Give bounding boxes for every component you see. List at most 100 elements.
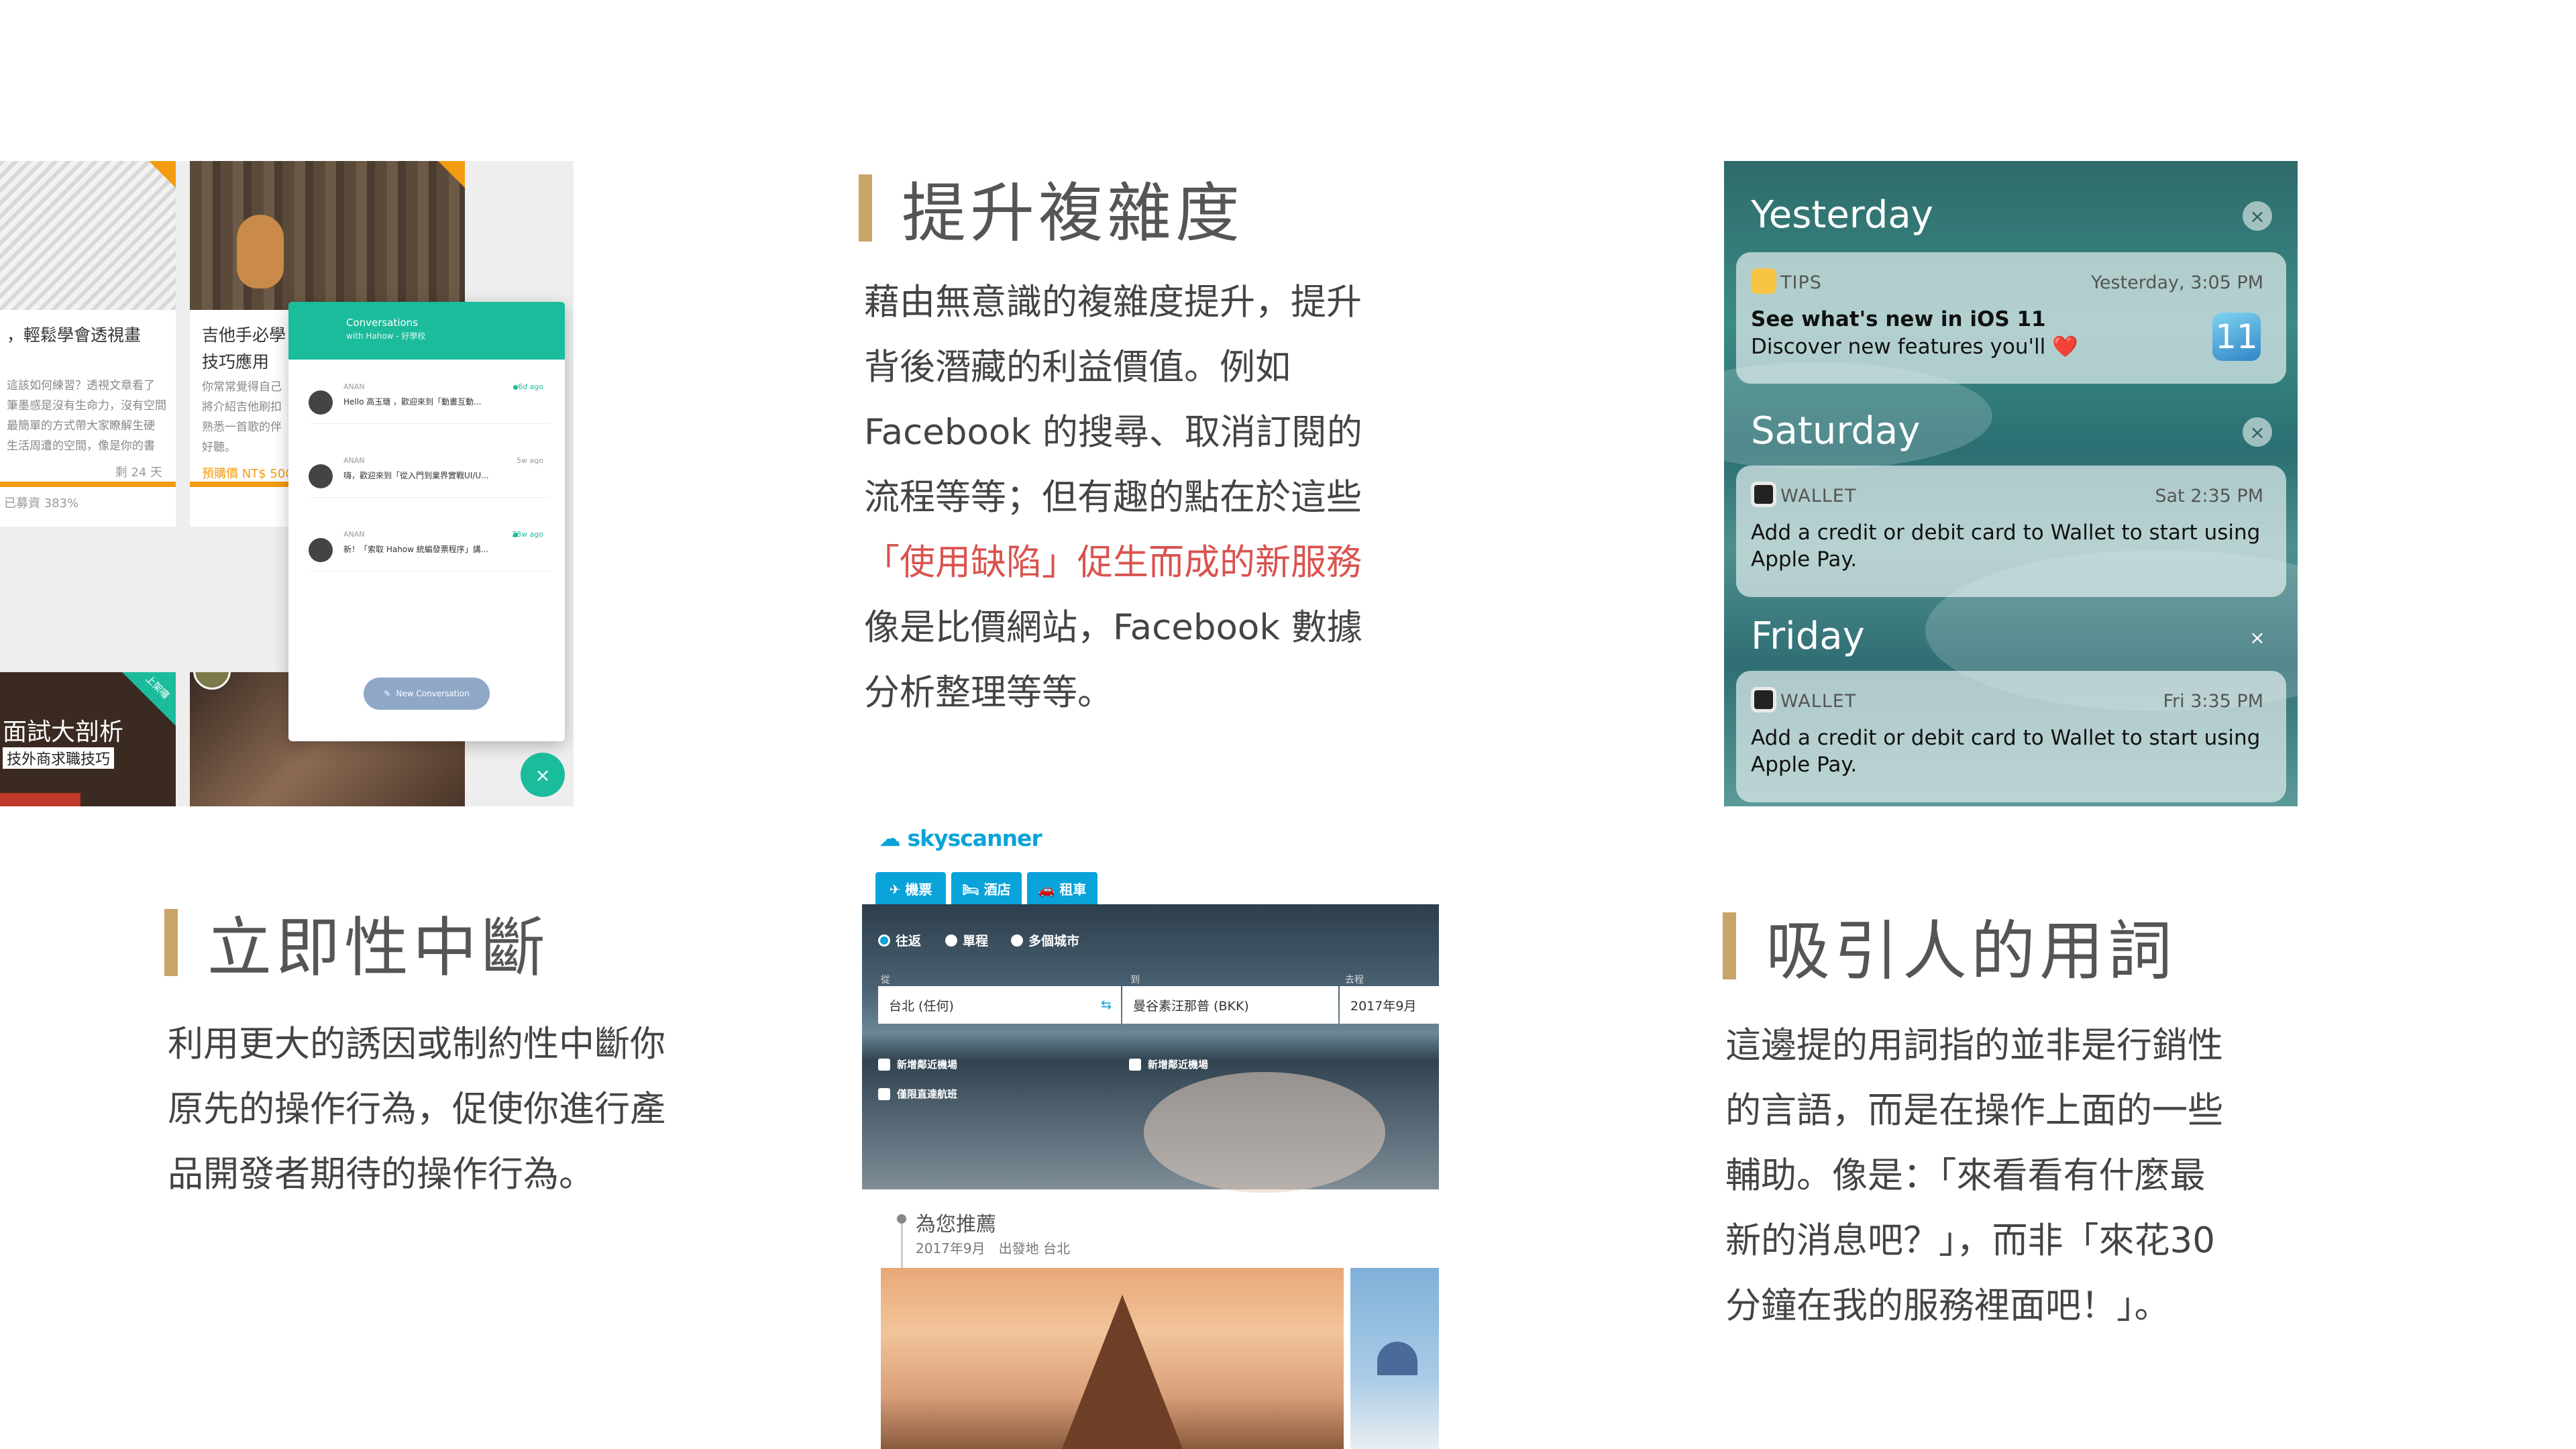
depart-input[interactable]: 2017年9月 (1340, 986, 1439, 1024)
sender-name: ANAN (343, 530, 365, 539)
notification-line-2: Apple Pay. (1751, 547, 1858, 572)
section-complexity-body: 藉由無意識的複雜度提升，提升 背後潛藏的利益價值。例如 Facebook 的搜尋… (864, 270, 1362, 725)
body-line: 輔助。像是：「來看看有什麼最 (1725, 1155, 2206, 1196)
sender-name: ANAN (343, 382, 365, 391)
recommend-subtitle: 2017年9月 出發地 台北 (916, 1240, 1070, 1256)
conversation-item[interactable]: ANAN 28w ago 新！「索取 Hahow 統編發票程序」講... (309, 518, 550, 572)
notification-line-1: Add a credit or debit card to Wallet to … (1751, 726, 2261, 750)
notification-line-2: Apple Pay. (1751, 753, 1858, 777)
avatar (309, 538, 333, 562)
app-name: WALLET (1780, 691, 1857, 712)
tab-cars[interactable]: 🚗 租車 (1027, 872, 1097, 904)
new-conversation-button[interactable]: ✎ New Conversation (364, 678, 490, 710)
app-name: TIPS (1780, 272, 1822, 293)
close-chat-button[interactable]: × (521, 753, 565, 797)
to-label: 到 (1130, 975, 1140, 985)
course-card-interview[interactable]: 上架囉 面試大剖析 技外商求職技巧 (0, 672, 176, 806)
message-preview: Hello 高玉瑭 ，歡迎來到「動畫互動... (343, 397, 482, 407)
logo-text: skyscanner (907, 825, 1042, 851)
trip-type-label: 單程 (963, 934, 989, 949)
from-input[interactable]: 台北 (任何) ⇆ (878, 986, 1121, 1024)
trip-type-roundtrip[interactable]: 往返 (878, 931, 921, 949)
corner-badge (438, 161, 465, 188)
trip-type-multicity[interactable]: 多個城市 (1011, 931, 1079, 949)
section-interrupt-heading: 立即性中斷 (164, 896, 549, 989)
checkbox-label: 新增鄰近機場 (897, 1059, 958, 1071)
swap-icon[interactable]: ⇆ (1101, 998, 1112, 1012)
message-time: 6d ago (518, 382, 543, 391)
group-day-label: Yesterday (1751, 193, 1933, 237)
unread-dot (513, 385, 518, 390)
body-line: 品開發者期待的操作行為。 (168, 1154, 594, 1195)
depart-value: 2017年9月 (1350, 998, 1417, 1014)
notification-time: Fri 3:35 PM (2163, 691, 2263, 712)
message-time: 28w ago (512, 530, 543, 539)
avatar (193, 672, 231, 690)
notification-line-1: Add a credit or debit card to Wallet to … (1751, 521, 2261, 545)
trip-type-oneway[interactable]: 單程 (945, 931, 988, 949)
group-day-label: Saturday (1751, 409, 1921, 453)
skyscanner-screenshot: ☁ skyscanner ✈ 機票 🛏 酒店 🚗 租車 往返 單程 多個城市 從… (862, 822, 1439, 1449)
body-line: 利用更大的誘因或制約性中斷你 (168, 1024, 665, 1065)
nearby-airports-to-checkbox[interactable]: 新增鄰近機場 (1129, 1057, 1208, 1071)
course-desc-4: 好聽。 (202, 441, 236, 454)
course-desc-1: 這該如何練習？透視文章看了 (7, 379, 155, 392)
section-title: 立即性中斷 (207, 910, 549, 985)
ios-notifications-screenshot: Yesterday × TIPS Yesterday, 3:05 PM See … (1724, 161, 2298, 806)
notification-card[interactable]: TIPS Yesterday, 3:05 PM See what's new i… (1736, 252, 2286, 384)
notification-card[interactable]: WALLET Sat 2:35 PM Add a credit or debit… (1736, 466, 2286, 597)
conversation-item[interactable]: ANAN 5w ago 嗨，歡迎來到「從入門到業界實戰UI/U... (309, 444, 550, 498)
close-icon: × (2249, 421, 2265, 443)
decorative-strip (0, 793, 80, 806)
trip-type-label: 往返 (896, 934, 922, 949)
notification-line-2: Discover new features you'll ❤️ (1751, 335, 2078, 359)
course-desc-2: 將介紹吉他刷扣 (202, 400, 282, 414)
skyscanner-logo: ☁ skyscanner (879, 825, 1042, 851)
body-line: 流程等等；但有趣的點在於這些 (864, 477, 1362, 518)
temple-silhouette (1062, 1295, 1183, 1449)
close-icon: × (535, 763, 551, 786)
trip-type-label: 多個城市 (1028, 934, 1080, 949)
course-desc-1: 你常常覺得自己 (202, 380, 282, 394)
message-preview: 嗨，歡迎來到「從入門到業界實戰UI/U... (343, 471, 489, 480)
direct-only-checkbox[interactable]: 僅限直達航班 (878, 1087, 957, 1101)
destination-card-2[interactable] (1350, 1268, 1439, 1449)
course-card-perspective[interactable]: ，輕鬆學會透視畫 這該如何練習？透視文章看了 筆墨感是沒有生命力，沒有空間 最簡… (0, 161, 176, 527)
course-subtitle: 技外商求職技巧 (3, 747, 115, 769)
conversations-panel[interactable]: Conversations with Hahow - 好學校 ANAN 6d a… (288, 302, 565, 741)
notification-card[interactable]: WALLET Fri 3:35 PM Add a credit or debit… (1736, 671, 2286, 802)
body-line: 新的消息吧？」，而非「來花30 (1725, 1220, 2215, 1261)
notification-time: Sat 2:35 PM (2155, 486, 2263, 506)
section-title: 提升複雜度 (902, 176, 1244, 251)
checkbox-label: 僅限直達航班 (897, 1088, 958, 1100)
conversation-item[interactable]: ANAN 6d ago Hello 高玉瑭 ，歡迎來到「動畫互動... (309, 370, 550, 424)
from-label: 從 (881, 975, 890, 985)
clear-group-button[interactable]: × (2243, 201, 2272, 231)
course-desc-3: 最簡單的方式帶大家瞭解生硬 (7, 419, 155, 433)
body-line: 背後潛藏的利益價值。例如 (864, 347, 1291, 388)
tab-hotels[interactable]: 🛏 酒店 (951, 872, 1022, 904)
checkbox-label: 新增鄰近機場 (1148, 1059, 1209, 1071)
checkbox-icon (1129, 1058, 1141, 1071)
section-wording-heading: 吸引人的用詞 (1723, 899, 2176, 992)
close-icon: × (2249, 626, 2265, 649)
clear-group-button[interactable]: × (2243, 623, 2272, 652)
accent-bar (1723, 912, 1736, 979)
message-preview: 新！「索取 Hahow 統編發票程序」講... (343, 545, 489, 554)
course-desc-4: 生活周遭的空間，像是你的書 (7, 439, 155, 453)
sender-name: ANAN (343, 456, 365, 465)
group-day-label: Friday (1751, 614, 1865, 658)
radio-icon (945, 934, 957, 947)
hahow-screenshot: ，輕鬆學會透視畫 這該如何練習？透視文章看了 筆墨感是沒有生命力，沒有空間 最簡… (0, 161, 574, 806)
dome-silhouette (1377, 1342, 1417, 1375)
checkbox-icon (878, 1058, 890, 1071)
checkbox-icon (878, 1087, 890, 1100)
tab-flights[interactable]: ✈ 機票 (875, 872, 946, 904)
nearby-airports-from-checkbox[interactable]: 新增鄰近機場 (878, 1057, 957, 1071)
clear-group-button[interactable]: × (2243, 417, 2272, 447)
body-line: 這邊提的用詞指的並非是行銷性 (1725, 1025, 2223, 1066)
to-input[interactable]: 曼谷素汪那普 (BKK) (1122, 986, 1338, 1024)
destination-card-bangkok[interactable] (881, 1268, 1344, 1449)
section-title: 吸引人的用詞 (1766, 914, 2176, 989)
search-hero: 往返 單程 多個城市 從 到 去程 台北 (任何) ⇆ 曼谷素汪那普 (BKK)… (862, 904, 1439, 1193)
